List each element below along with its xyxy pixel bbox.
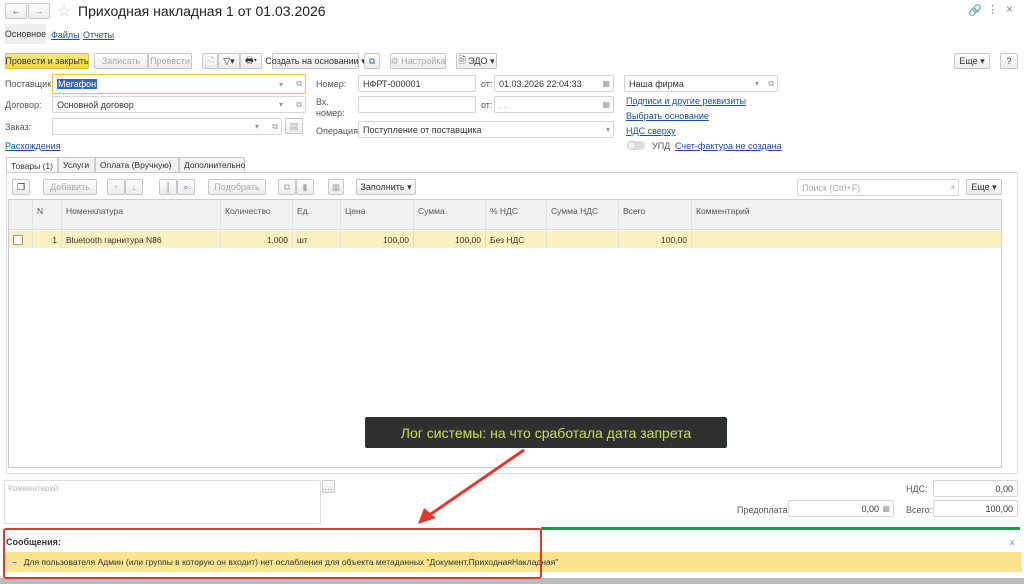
annotation-arrow bbox=[418, 448, 525, 524]
